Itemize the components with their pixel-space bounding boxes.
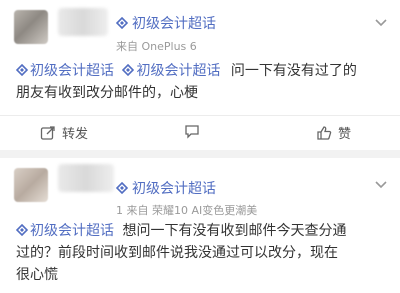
- post-text-line: 想问一下有没有收到邮件今天查分通: [122, 223, 347, 239]
- post-text-line: 朋友有收到改分邮件的，心梗: [16, 85, 198, 101]
- super-topic-icon: [116, 182, 128, 194]
- repost-icon: [40, 125, 55, 140]
- avatar[interactable]: [14, 10, 48, 44]
- avatar[interactable]: [14, 168, 48, 202]
- super-topic-icon: [15, 63, 29, 77]
- topic-tag[interactable]: 初级会计超话: [15, 223, 114, 239]
- comment-icon: [185, 125, 199, 139]
- post-body: 初级会计超话 初级会计超话 问一下有没有过了的 朋友有收到改分邮件的，心梗: [15, 60, 388, 104]
- super-topic-icon: [15, 223, 29, 237]
- divider: [0, 115, 400, 116]
- topic-tag[interactable]: 初级会计超话: [122, 63, 220, 79]
- post-text-line: 过的？前段时间收到邮件说我没通过可以改分，现在: [16, 245, 338, 261]
- blurred-username: [58, 164, 114, 192]
- post-source: 来自 OnePlus 6: [116, 40, 197, 53]
- like-button[interactable]: 赞: [316, 123, 351, 142]
- post-text-line: 问一下有没有过了的: [230, 63, 357, 79]
- topic-link[interactable]: 初级会计超话: [132, 13, 216, 33]
- topic-link[interactable]: 初级会计超话: [132, 178, 216, 198]
- thumbs-up-icon: [317, 125, 332, 140]
- chevron-down-icon[interactable]: [374, 180, 388, 190]
- comment-button[interactable]: [184, 123, 206, 139]
- post-text-line: 很心慌: [16, 267, 58, 283]
- post-body: 初级会计超话 想问一下有没有收到邮件今天查分通 过的？前段时间收到邮件说我没通过…: [15, 220, 388, 286]
- super-topic-icon: [122, 63, 135, 77]
- post-card: 初级会计超话 1 来自 荣耀10 AI变色更潮美 初级会计超话 想问一下有没有收…: [0, 158, 400, 293]
- topic-tag[interactable]: 初级会计超话: [15, 63, 114, 79]
- blurred-username: [58, 8, 108, 36]
- chevron-down-icon[interactable]: [374, 18, 388, 28]
- post-source: 1 来自 荣耀10 AI变色更潮美: [116, 204, 258, 217]
- super-topic-icon: [116, 17, 128, 29]
- repost-button[interactable]: 转发: [40, 123, 88, 142]
- post-card: 初级会计超话 来自 OnePlus 6 初级会计超话 初级会计超话 问一下有没有…: [0, 0, 400, 150]
